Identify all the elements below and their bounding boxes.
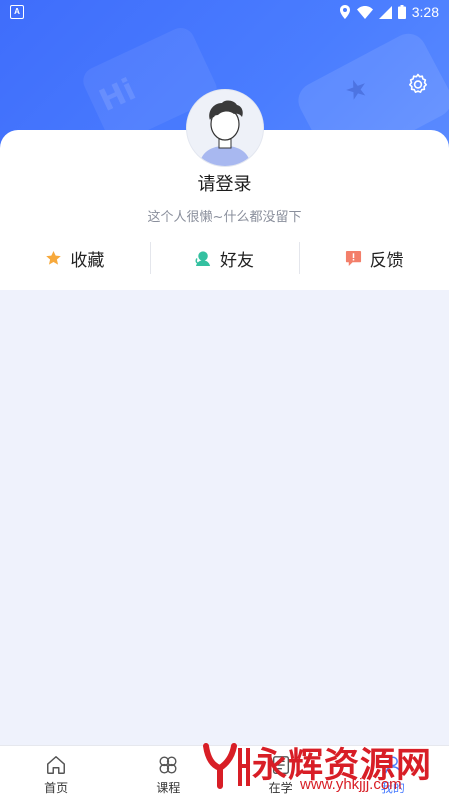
wifi-icon bbox=[356, 5, 373, 19]
friends-button[interactable]: 好友 bbox=[149, 240, 300, 276]
watermark-url: www.yhkjjj.com bbox=[300, 776, 402, 793]
watermark-logo-icon bbox=[203, 743, 250, 789]
friends-icon bbox=[195, 250, 211, 266]
profile-bio: 这个人很懒~什么都没留下 bbox=[147, 210, 302, 225]
feedback-icon bbox=[345, 250, 361, 266]
status-time: 3:28 bbox=[411, 4, 439, 20]
settings-gear-icon[interactable] bbox=[406, 72, 430, 96]
tab-home[interactable]: 首页 bbox=[0, 746, 112, 801]
app-notification-icon: A bbox=[10, 5, 24, 19]
avatar-illustration bbox=[199, 100, 251, 166]
favorites-button[interactable]: 收藏 bbox=[0, 240, 150, 276]
location-icon bbox=[339, 5, 350, 19]
tab-courses-label: 课程 bbox=[156, 781, 181, 795]
battery-icon bbox=[397, 5, 406, 19]
home-icon bbox=[47, 756, 66, 774]
favorites-label: 收藏 bbox=[70, 250, 105, 271]
feedback-label: 反馈 bbox=[369, 250, 404, 271]
status-bar: A 3:28 bbox=[0, 0, 449, 24]
star-icon bbox=[46, 250, 62, 265]
friends-label: 好友 bbox=[220, 250, 254, 271]
feedback-button[interactable]: 反馈 bbox=[299, 240, 449, 276]
tab-home-label: 首页 bbox=[44, 781, 69, 795]
course-icon bbox=[159, 756, 177, 774]
login-prompt[interactable]: 请登录 bbox=[0, 170, 449, 196]
signal-icon bbox=[378, 5, 392, 19]
avatar[interactable] bbox=[186, 89, 264, 167]
profile-actions: 收藏 好友 反馈 bbox=[0, 240, 449, 276]
